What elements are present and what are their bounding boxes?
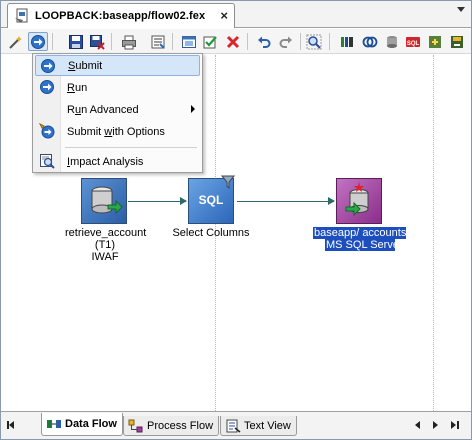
menu-item-label: Submit with Options xyxy=(67,125,165,138)
impact-analysis-icon xyxy=(39,153,55,169)
db-icon[interactable] xyxy=(382,32,402,51)
editor-window: LOOPBACK:baseapp/flow02.fex × SQL retrie… xyxy=(0,0,472,440)
submit-options-icon xyxy=(38,122,55,139)
lights-icon[interactable] xyxy=(337,32,357,51)
sql-report-icon[interactable] xyxy=(179,32,199,51)
bottom-tab-bar: Data Flow Process Flow Text View xyxy=(1,411,471,439)
menu-item-label: Run xyxy=(67,81,88,94)
menu-item-run-advanced[interactable]: Run Advanced xyxy=(35,99,200,120)
run-button[interactable] xyxy=(28,32,48,51)
save-icon[interactable] xyxy=(66,32,86,51)
submit-icon xyxy=(40,58,56,74)
run-icon xyxy=(39,79,55,95)
tab-label: Data Flow xyxy=(65,418,117,430)
menu-separator xyxy=(65,147,197,148)
arrowhead-icon xyxy=(180,197,187,205)
source-name: retrieve_account xyxy=(65,227,147,239)
menu-item-label: Submit xyxy=(68,59,103,72)
sql-node-icon: SQL xyxy=(188,175,235,224)
menu-item-label: Impact Analysis xyxy=(67,155,144,168)
target-name: baseapp/ accounts xyxy=(313,227,407,239)
toolbar-separator xyxy=(247,33,248,50)
filter-icon xyxy=(221,175,235,189)
last-tab-icon[interactable] xyxy=(451,421,456,429)
toolbar-separator xyxy=(172,33,173,50)
tab-label: Text View xyxy=(244,419,291,432)
sql-node-label: Select Columns xyxy=(172,227,250,239)
source-node-icon xyxy=(81,178,127,224)
document-tab[interactable]: LOOPBACK:baseapp/flow02.fex × xyxy=(7,3,235,28)
connector-source-to-sql[interactable] xyxy=(128,197,187,205)
flow-file-icon xyxy=(14,8,30,24)
target-server: MS SQL Server xyxy=(325,239,403,251)
target-node-icon xyxy=(336,178,382,224)
prev-tab-icon[interactable] xyxy=(415,421,420,429)
check-icon[interactable] xyxy=(200,32,220,51)
toolbar-separator xyxy=(111,33,112,50)
svg-text:SQL: SQL xyxy=(407,41,420,47)
tab-process-flow[interactable]: Process Flow xyxy=(123,416,220,436)
toolbar-separator xyxy=(329,33,330,50)
menu-item-run[interactable]: Run xyxy=(35,77,200,98)
next-tab-icon[interactable] xyxy=(433,421,438,429)
connector-sql-to-target[interactable] xyxy=(237,197,335,205)
text-view-icon xyxy=(225,419,241,433)
tab-label: Process Flow xyxy=(147,419,214,432)
toolbar-separator xyxy=(52,33,53,50)
print-icon[interactable] xyxy=(119,32,139,51)
menu-item-submit[interactable]: Submit xyxy=(35,55,200,76)
toolbar-separator xyxy=(300,33,301,50)
close-tab-icon[interactable]: × xyxy=(220,8,228,23)
menu-item-submit-with-options[interactable]: Submit with Options xyxy=(35,121,200,142)
target-icon[interactable] xyxy=(425,32,445,51)
submenu-arrow-icon xyxy=(191,105,195,113)
document-tab-title: LOOPBACK:baseapp/flow02.fex xyxy=(35,10,206,22)
arrowhead-icon xyxy=(328,197,335,205)
first-tab-bar-icon xyxy=(7,421,9,429)
tab-text-view[interactable]: Text View xyxy=(220,416,297,436)
sql-node-text: SQL xyxy=(198,193,224,207)
menu-item-label: Run Advanced xyxy=(67,103,139,116)
save-target-icon[interactable] xyxy=(447,32,467,51)
redo-icon[interactable] xyxy=(276,32,296,51)
delete-icon[interactable] xyxy=(223,32,243,51)
last-tab-bar-icon xyxy=(457,421,459,429)
properties-icon[interactable] xyxy=(148,32,168,51)
undo-icon[interactable] xyxy=(254,32,274,51)
save-all-icon[interactable] xyxy=(87,32,107,51)
run-dropdown-menu: Submit Run Run Advanced Submit with Opti… xyxy=(32,53,203,173)
sql-icon[interactable]: SQL xyxy=(403,32,423,51)
data-flow-icon xyxy=(46,417,62,431)
source-type: IWAF xyxy=(91,251,119,263)
toolbar: SQL xyxy=(1,29,471,54)
menu-item-impact-analysis[interactable]: Impact Analysis xyxy=(35,151,200,172)
document-tab-bar: LOOPBACK:baseapp/flow02.fex × xyxy=(1,1,471,28)
first-tab-icon[interactable] xyxy=(9,421,14,429)
join-icon[interactable] xyxy=(360,32,380,51)
grid-line xyxy=(433,55,434,411)
chevron-down-icon[interactable] xyxy=(457,7,465,12)
tab-data-flow[interactable]: Data Flow xyxy=(41,413,123,436)
process-flow-icon xyxy=(128,419,144,433)
wand-icon[interactable] xyxy=(6,32,26,51)
zoom-icon[interactable] xyxy=(304,32,324,51)
source-alias: (T1) xyxy=(94,239,116,251)
